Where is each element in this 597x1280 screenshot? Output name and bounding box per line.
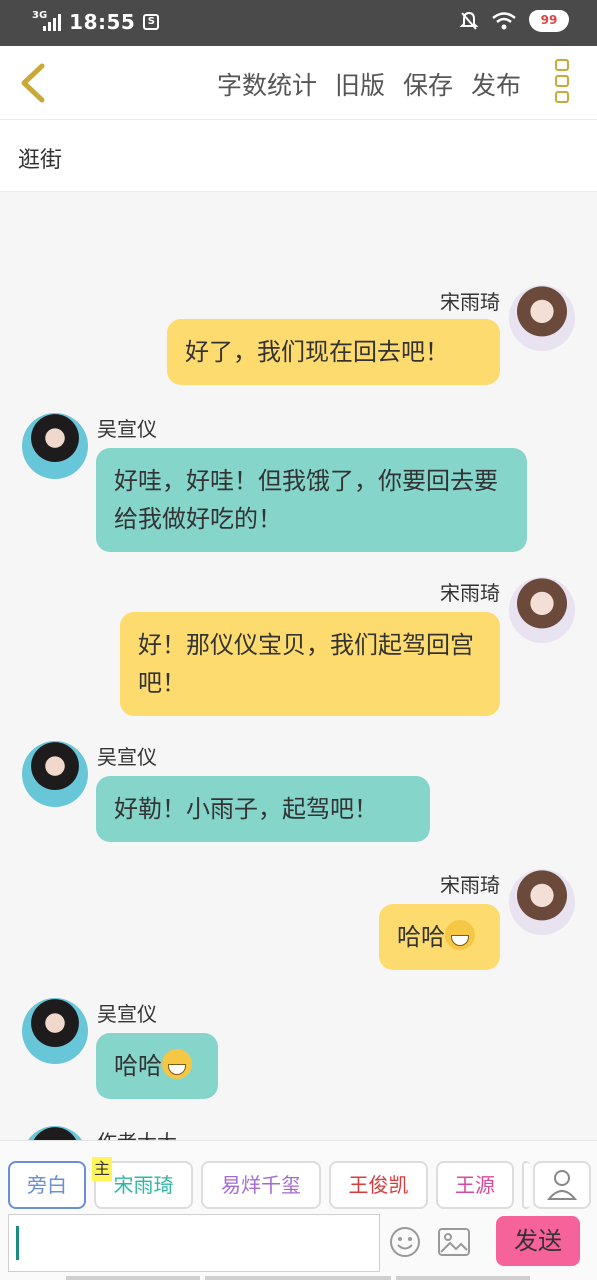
role-chip[interactable]: 易烊千玺: [201, 1161, 321, 1209]
message-bubble[interactable]: 哈哈: [96, 1033, 218, 1099]
battery-icon: 99: [529, 10, 569, 32]
bell-muted-icon: [459, 11, 479, 30]
message-text: 哈哈: [397, 923, 445, 951]
message-bubble[interactable]: 好了，我们现在回去吧！: [167, 319, 500, 385]
grin-emoji-icon: [162, 1049, 192, 1079]
message-text: 哈哈: [114, 1052, 162, 1080]
speaker-name: 吴宣仪: [97, 417, 157, 441]
top-bar: 字数统计 旧版 保存 发布: [0, 46, 597, 120]
story-title-row[interactable]: 逛街: [0, 120, 597, 192]
status-right: 99: [459, 10, 569, 32]
message-bubble[interactable]: 哈哈: [379, 904, 500, 970]
clock: 18:55: [69, 10, 136, 34]
wifi-icon: [492, 12, 516, 30]
role-chip[interactable]: 王源: [436, 1161, 514, 1209]
network-type: 3G: [32, 10, 48, 21]
avatar[interactable]: [509, 285, 575, 351]
story-title: 逛街: [18, 148, 63, 173]
role-selector: 旁白 宋雨琦 主 易烊千玺 王俊凯 王源: [0, 1140, 597, 1210]
nav-hint: [396, 1276, 530, 1280]
old-version-button[interactable]: 旧版: [335, 66, 385, 102]
status-left: 3G 18:55 S: [32, 10, 160, 34]
publish-button[interactable]: 发布: [471, 66, 521, 102]
more-vertical-icon[interactable]: [555, 59, 571, 109]
main-role-badge: 主: [92, 1157, 112, 1181]
image-icon[interactable]: [438, 1228, 470, 1256]
role-chip[interactable]: 王俊凯: [329, 1161, 428, 1209]
input-bar: 发送: [0, 1210, 597, 1280]
notification-icon: S: [143, 14, 160, 30]
text-caret: [16, 1226, 19, 1260]
grin-emoji-icon: [445, 920, 475, 950]
message-bubble[interactable]: 好哇，好哇！但我饿了，你要回去要给我做好吃的！: [96, 448, 527, 552]
nav-hint: [205, 1276, 391, 1280]
status-bar: 3G 18:55 S 99: [0, 0, 597, 46]
speaker-name: 宋雨琦: [440, 290, 500, 314]
chevron-left-icon[interactable]: [14, 60, 54, 106]
emoji-icon[interactable]: [389, 1226, 421, 1258]
avatar[interactable]: [22, 1126, 88, 1140]
battery-level: 99: [540, 13, 558, 27]
send-button[interactable]: 发送: [496, 1216, 580, 1266]
user-icon[interactable]: [533, 1161, 591, 1209]
avatar[interactable]: [22, 413, 88, 479]
nav-hint: [66, 1276, 200, 1280]
speaker-name: 宋雨琦: [440, 873, 500, 897]
message-bubble[interactable]: 好勒！小雨子，起驾吧！: [96, 776, 430, 842]
speaker-name: 吴宣仪: [97, 745, 157, 769]
role-chip-overflow[interactable]: [522, 1161, 530, 1209]
role-narration[interactable]: 旁白: [8, 1161, 86, 1209]
message-bubble[interactable]: 好！那仪仪宝贝，我们起驾回宫吧！: [120, 612, 500, 716]
speaker-name: 宋雨琦: [440, 581, 500, 605]
avatar[interactable]: [22, 998, 88, 1064]
save-button[interactable]: 保存: [403, 66, 453, 102]
top-actions: 字数统计 旧版 保存 发布: [217, 66, 521, 102]
avatar[interactable]: [22, 741, 88, 807]
chat-area[interactable]: 宋雨琦 好了，我们现在回去吧！ 吴宣仪 好哇，好哇！但我饿了，你要回去要给我做好…: [0, 193, 597, 1140]
avatar[interactable]: [509, 577, 575, 643]
speaker-name: 吴宣仪: [97, 1002, 157, 1026]
message-input[interactable]: [8, 1214, 380, 1272]
avatar[interactable]: [509, 869, 575, 935]
speaker-name: 作者大大: [97, 1126, 177, 1140]
word-count-button[interactable]: 字数统计: [217, 66, 317, 102]
